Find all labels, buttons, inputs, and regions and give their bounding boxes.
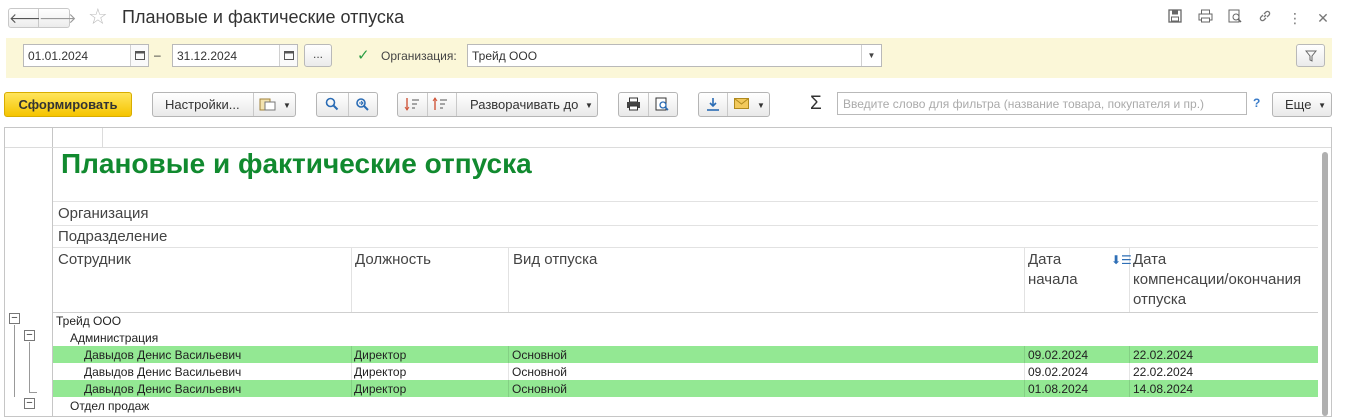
collapse-department-icon[interactable]: −	[24, 398, 35, 409]
chevron-down-icon[interactable]: ▼	[585, 94, 593, 117]
cell-position: Директор	[354, 365, 407, 379]
mail-icon[interactable]	[734, 93, 749, 117]
export-group: ▼	[698, 92, 770, 117]
variants-icon[interactable]	[259, 93, 277, 119]
chevron-down-icon[interactable]: ▼	[283, 94, 291, 117]
close-icon[interactable]: ✕	[1314, 9, 1332, 27]
column-header-end-date-line2: компенсации/окончания	[1133, 271, 1302, 288]
department-row[interactable]: Администрация	[53, 329, 1318, 346]
date-from-value: 01.01.2024	[28, 49, 89, 63]
cell-position: Директор	[354, 348, 407, 362]
back-button[interactable]: 🡐	[8, 8, 47, 28]
settings-group: Настройки... ▼	[152, 92, 296, 117]
cell-leave-type: Основной	[512, 382, 568, 396]
search-group	[316, 92, 378, 117]
cell-leave-type: Основной	[512, 348, 568, 362]
column-header-position: Должность	[355, 251, 431, 268]
column-groups-gutter	[5, 128, 1331, 148]
department-name: Отдел продаж	[70, 399, 150, 413]
calendar-icon[interactable]	[279, 45, 297, 66]
cell-employee: Давыдов Денис Васильевич	[84, 348, 242, 362]
chevron-down-icon[interactable]: ▼	[757, 94, 765, 117]
report-toolbar: Сформировать Настройки... ▼ Разворачиват…	[0, 90, 1346, 118]
print-icon[interactable]	[626, 93, 641, 118]
more-vertical-icon[interactable]: ⋮	[1286, 9, 1304, 27]
sort-icon[interactable]: ⬇☰	[1111, 253, 1132, 267]
organization-value: Трейд ООО	[472, 49, 538, 63]
search-input[interactable]: Введите слово для фильтра (название това…	[837, 92, 1247, 115]
cell-employee: Давыдов Денис Васильевич	[84, 382, 242, 396]
forward-button[interactable]: 🡒	[39, 8, 77, 28]
cell-start-date: 09.02.2024	[1028, 365, 1089, 379]
calendar-icon[interactable]	[130, 45, 148, 66]
select-period-button[interactable]: ...	[304, 44, 332, 67]
column-header-start-date-line1: Дата	[1028, 251, 1062, 268]
more-label: Еще	[1285, 97, 1312, 112]
sort-descending-icon[interactable]	[404, 93, 420, 118]
report-title: Плановые и фактические отпуска	[61, 148, 532, 179]
header-corner	[53, 128, 103, 148]
column-header-end-date-line1: Дата	[1133, 251, 1167, 268]
column-header-start-date-line2: начала	[1028, 271, 1078, 288]
favorite-star-icon[interactable]: ☆	[88, 4, 108, 30]
group-header-organization: Организация	[58, 205, 149, 222]
organization-label: Организация:	[381, 49, 457, 63]
link-icon[interactable]	[1256, 9, 1274, 27]
cell-position: Директор	[354, 382, 407, 396]
window-title: Плановые и фактические отпуска	[122, 7, 405, 27]
chevron-down-icon[interactable]: ▼	[861, 45, 881, 66]
print-group	[618, 92, 678, 117]
cell-start-date: 01.08.2024	[1028, 382, 1089, 396]
group-header-department: Подразделение	[58, 228, 168, 245]
settings-button[interactable]: Настройки...	[165, 93, 240, 116]
department-row[interactable]: Отдел продаж	[53, 397, 1318, 414]
chevron-down-icon: ▼	[1318, 101, 1326, 110]
organization-name: Трейд ООО	[56, 314, 122, 328]
more-button[interactable]: Еще ▼	[1272, 92, 1332, 117]
generate-button[interactable]: Сформировать	[4, 92, 132, 117]
find-icon[interactable]	[325, 93, 339, 118]
cell-end-date: 14.08.2024	[1133, 382, 1194, 396]
sum-icon[interactable]: Σ	[810, 93, 822, 115]
sort-ascending-icon[interactable]	[432, 93, 448, 118]
print-icon[interactable]	[1196, 9, 1214, 27]
report-spreadsheet[interactable]: Плановые и фактические отпуска Организац…	[4, 127, 1332, 417]
cell-employee: Давыдов Денис Васильевич	[84, 365, 242, 379]
cell-leave-type: Основной	[512, 365, 568, 379]
find-next-icon[interactable]	[355, 93, 369, 118]
cell-end-date: 22.02.2024	[1133, 365, 1194, 379]
preview-icon[interactable]	[655, 93, 669, 118]
grouping-group: Разворачивать до ▼	[397, 92, 598, 117]
collapse-organization-icon[interactable]: −	[9, 313, 20, 324]
column-header-leave-type: Вид отпуска	[513, 251, 598, 268]
scrollbar-thumb[interactable]	[1322, 152, 1328, 416]
cell-start-date: 09.02.2024	[1028, 348, 1089, 362]
expand-to-button[interactable]: Разворачивать до	[470, 93, 578, 116]
title-bar: 🡐 🡒 ☆ Плановые и фактические отпуска ⋮ ✕	[0, 0, 1346, 36]
funnel-icon	[1304, 50, 1317, 62]
date-range-dash: –	[154, 48, 161, 62]
date-to-field[interactable]: 31.12.2024	[172, 44, 298, 67]
organization-checkbox[interactable]: ✓	[357, 48, 371, 63]
filter-panel: 01.01.2024 – 31.12.2024 ... ✓ Организаци…	[6, 38, 1332, 78]
column-header-end-date-line3: отпуска	[1133, 291, 1187, 308]
organization-row[interactable]: Трейд ООО	[53, 312, 1318, 329]
organization-field[interactable]: Трейд ООО ▼	[467, 44, 882, 67]
date-from-field[interactable]: 01.01.2024	[23, 44, 149, 67]
download-icon[interactable]	[706, 93, 720, 118]
help-icon[interactable]: ?	[1253, 96, 1260, 110]
preview-icon[interactable]	[1226, 9, 1244, 27]
cell-end-date: 22.02.2024	[1133, 348, 1194, 362]
date-to-value: 31.12.2024	[177, 49, 238, 63]
save-icon[interactable]	[1166, 9, 1184, 27]
collapse-department-icon[interactable]: −	[24, 330, 35, 341]
column-header-employee: Сотрудник	[58, 251, 131, 268]
department-name: Администрация	[70, 331, 159, 345]
filter-settings-button[interactable]	[1296, 44, 1325, 67]
